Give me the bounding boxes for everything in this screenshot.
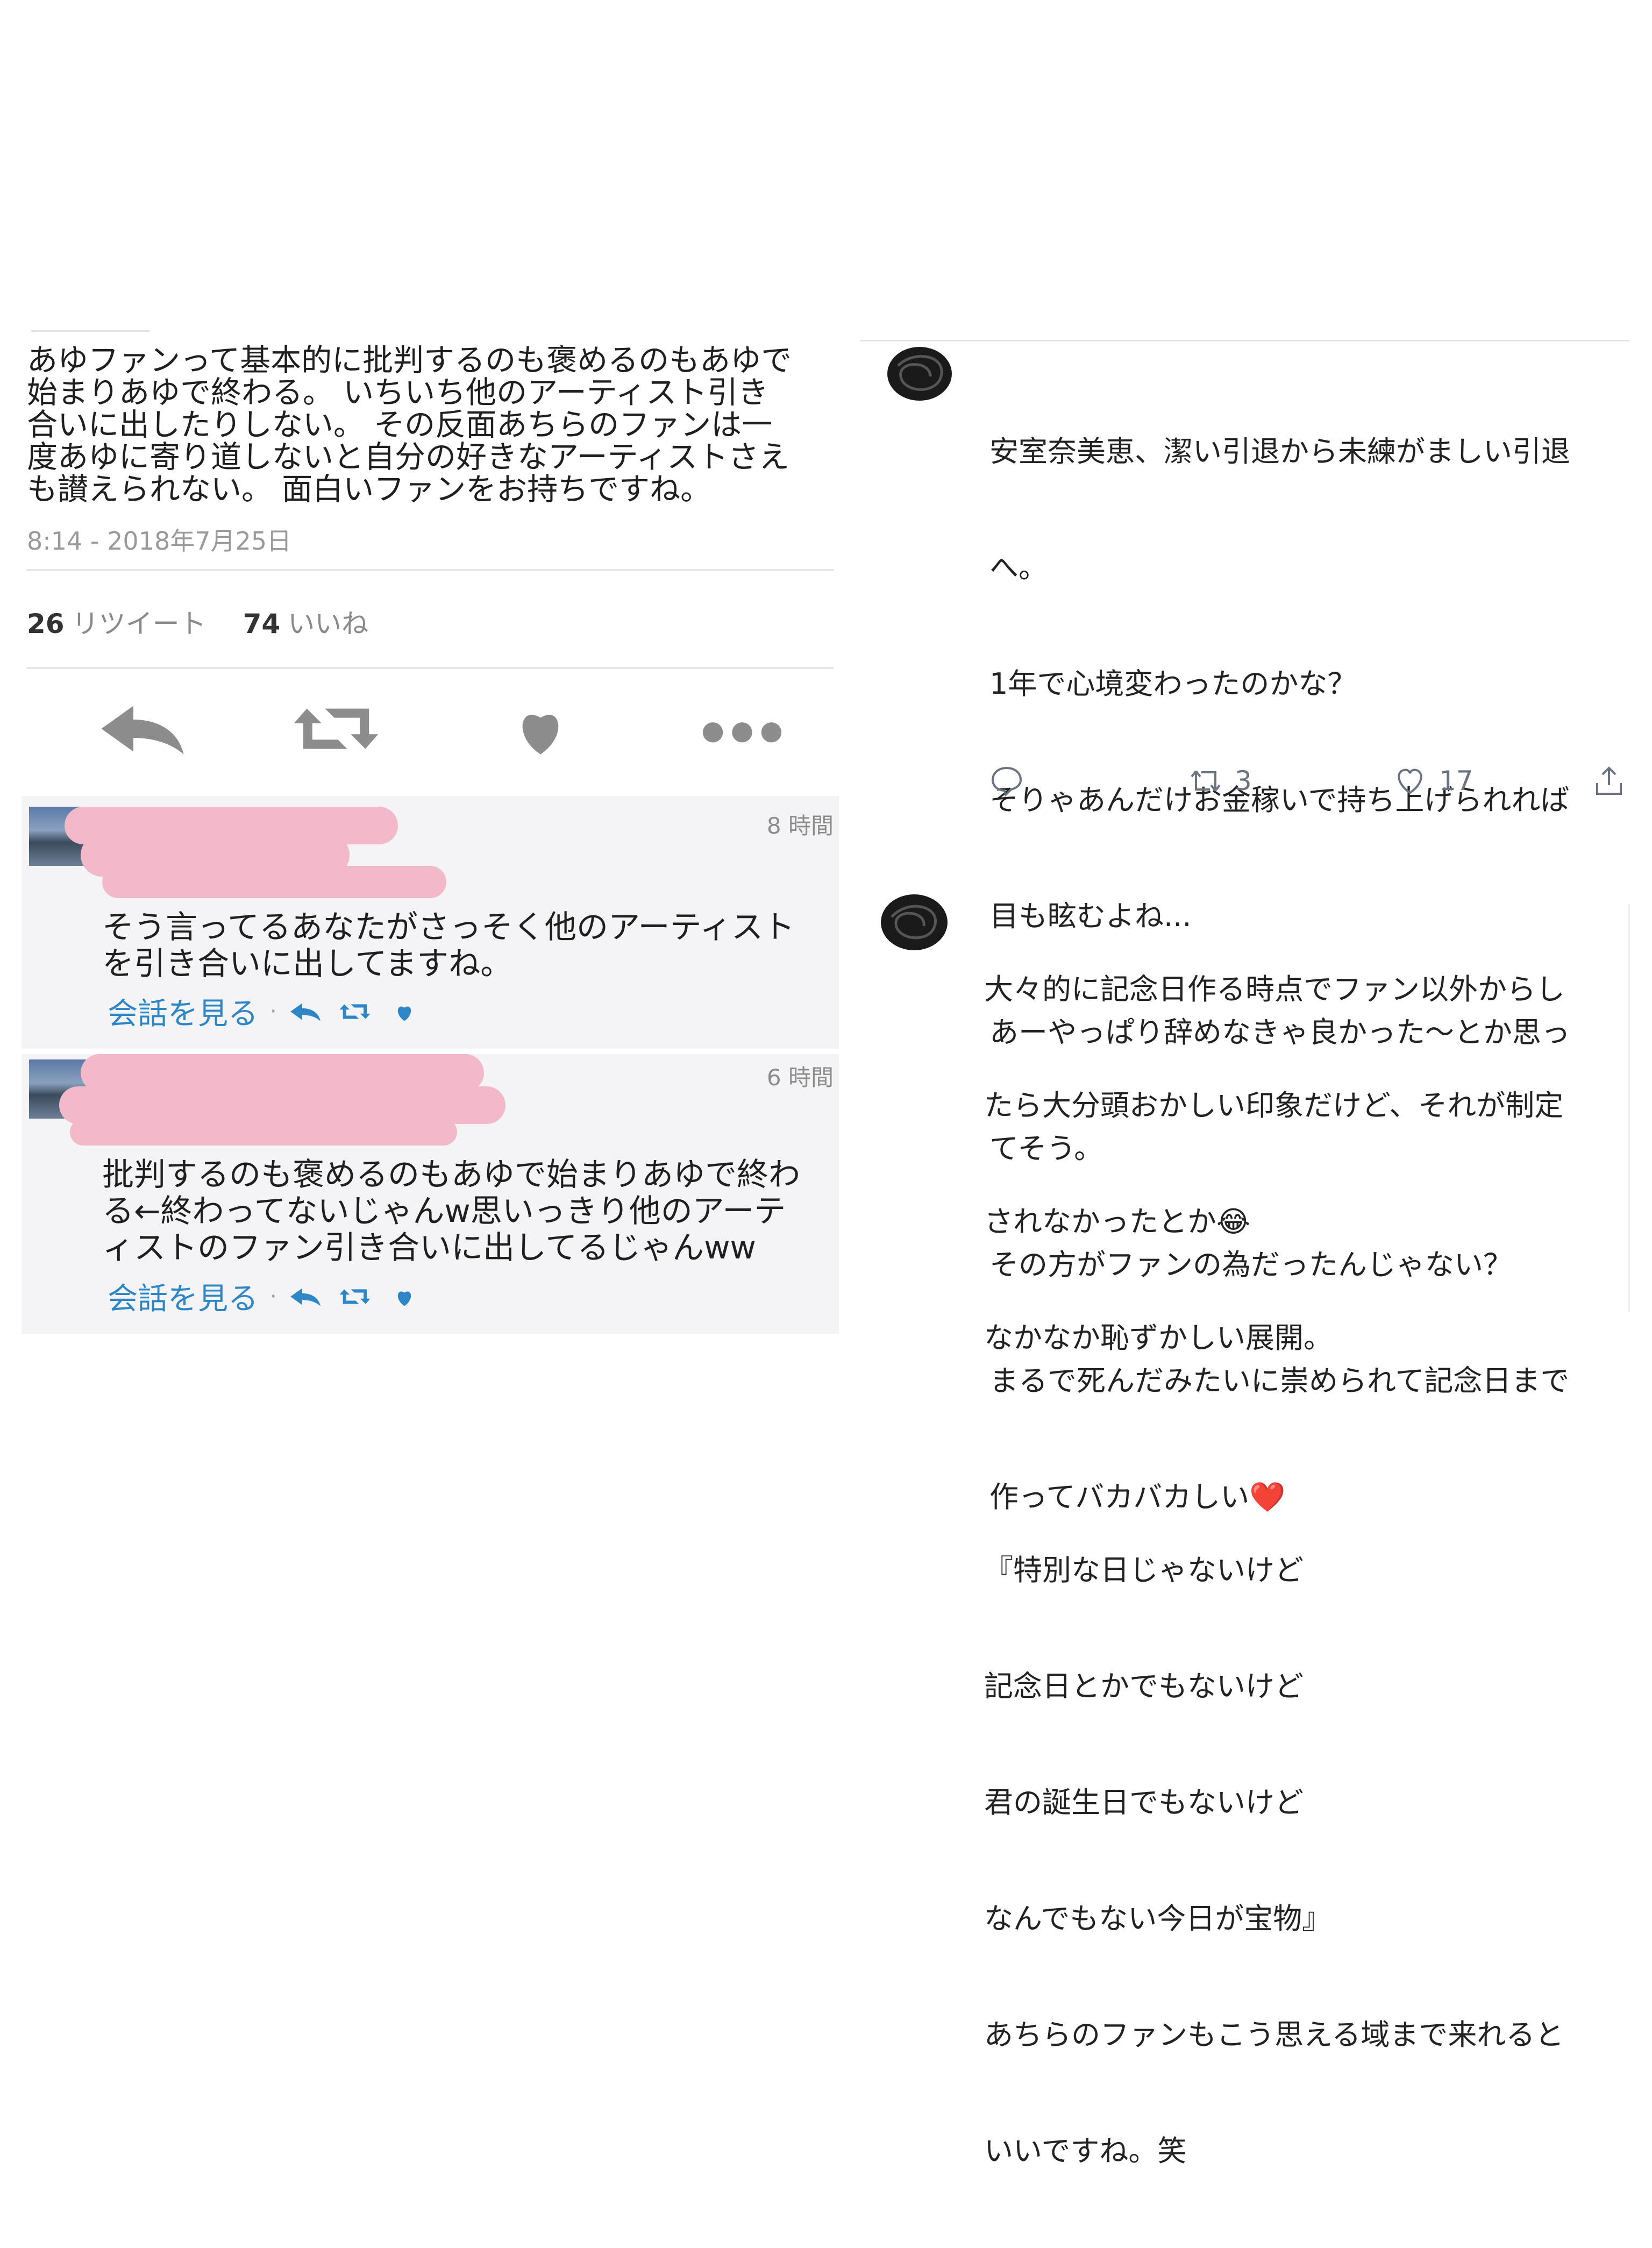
divider xyxy=(860,340,1629,342)
reply-line: そう言ってるあなたがさっそく他のアーティスト xyxy=(102,908,795,945)
avatar[interactable] xyxy=(877,344,968,409)
post-line-text: されなかったとか xyxy=(984,1205,1216,1239)
reply-item[interactable]: 8 時間 そう言ってるあなたがさっそく他のアーティスト を引き合いに出してますね… xyxy=(22,796,839,1049)
retweet-count: 3 xyxy=(1235,765,1252,796)
reply-actions: 会話を見る · xyxy=(108,1275,437,1318)
tweet-line: も讃えられない。 面白いファンをお持ちですね。 xyxy=(27,472,711,507)
tweet-line: 始まりあゆで終わる。 いちいち他のアーティスト引き xyxy=(27,375,769,410)
reply-line: を引き合いに出してますね。 xyxy=(102,945,512,982)
post-line: 1年で心境変わったのかな？ xyxy=(989,667,1357,701)
tweet-line: 合いに出したりしない。 その反面あちらのファンは一 xyxy=(27,407,773,443)
share-button[interactable] xyxy=(1592,764,1638,798)
reply-button[interactable] xyxy=(989,764,1036,798)
divider xyxy=(1628,904,1630,1312)
reply-time: 6 時間 xyxy=(766,1064,834,1091)
more-button[interactable] xyxy=(696,699,788,758)
retweet-icon xyxy=(294,708,379,749)
post-line xyxy=(984,1435,1619,1474)
like-label[interactable]: いいね xyxy=(288,608,368,639)
tweet-stats: 26 リツイート 74 いいね xyxy=(27,602,368,641)
reply-actions: 会話を見る · xyxy=(108,990,437,1033)
post-line: たら大分頭おかしい印象だけど、それが制定 xyxy=(984,1089,1564,1122)
divider xyxy=(27,569,834,571)
retweet-button[interactable]: 3 xyxy=(1188,764,1252,798)
post-line: 君の誕生日でもないけど xyxy=(984,1785,1304,1819)
retweet-icon[interactable] xyxy=(338,1284,372,1310)
redaction xyxy=(70,1119,457,1146)
reply-text: 批判するのも褒めるのもあゆで始まりあゆで終わ る←終わってないじゃんw思いっきり… xyxy=(102,1156,823,1266)
reply-icon[interactable] xyxy=(289,1284,322,1310)
post-line: 記念日とかでもないけど xyxy=(984,1669,1304,1703)
separator: · xyxy=(270,999,277,1024)
reply-item[interactable]: 6 時間 批判するのも褒めるのもあゆで始まりあゆで終わ る←終わってないじゃんw… xyxy=(22,1054,839,1334)
post-line: あちらのファンもこう思える域まで来れると xyxy=(984,2018,1564,2052)
like-button[interactable] xyxy=(495,699,586,758)
like-count: 17 xyxy=(1439,765,1473,796)
view-conversation-link[interactable]: 会話を見る xyxy=(108,990,258,1033)
retweet-button[interactable] xyxy=(290,699,382,758)
post-text: 大々的に記念日作る時点でファン以外からし たら大分頭おかしい印象だけど、それが制… xyxy=(984,893,1619,2248)
post-line: 安室奈美恵、潔い引退から未練がましい引退 xyxy=(989,435,1570,468)
more-icon xyxy=(702,722,782,743)
post-line: なかなか恥ずかしい展開。 xyxy=(984,1321,1333,1355)
share-icon xyxy=(1596,766,1622,795)
redaction xyxy=(102,866,446,898)
divider xyxy=(27,667,834,669)
retweet-label[interactable]: リツイート xyxy=(72,608,206,639)
right-screenshot: 安室奈美恵、潔い引退から未練がましい引退 へ。 1年で心境変わったのかな？ そり… xyxy=(860,333,1630,2168)
reply-icon[interactable] xyxy=(289,999,322,1025)
divider xyxy=(31,330,149,332)
tweet-line: 度あゆに寄り道しないと自分の好きなアーティストさえ xyxy=(27,439,790,475)
retweet-icon[interactable] xyxy=(338,999,372,1025)
heart-icon xyxy=(522,715,559,755)
reply-icon xyxy=(101,706,184,755)
post-line: なんでもない今日が宝物』 xyxy=(984,1902,1331,1936)
reply-line: 批判するのも褒めるのもあゆで始まりあゆで終わ xyxy=(102,1156,801,1193)
heart-icon[interactable] xyxy=(388,999,421,1025)
reply-line: る←終わってないじゃんw思いっきり他のアーテ xyxy=(102,1192,786,1229)
tweet-line: あゆファンって基本的に批判するのも褒めるのもあゆで xyxy=(27,343,792,378)
avatar[interactable] xyxy=(871,893,963,957)
left-screenshot: あゆファンって基本的に批判するのも褒めるのもあゆで 始まりあゆで終わる。 いちい… xyxy=(22,323,839,1334)
heart-icon[interactable] xyxy=(388,1284,421,1310)
reply-button[interactable] xyxy=(97,699,188,758)
post-line: 大々的に記念日作る時点でファン以外からし xyxy=(984,972,1565,1006)
reply-text: そう言ってるあなたがさっそく他のアーティスト を引き合いに出してますね。 xyxy=(102,909,823,982)
reply-time: 8 時間 xyxy=(766,813,834,839)
reply-line: ィストのファン引き合いに出してるじゃんww xyxy=(102,1229,756,1266)
separator: · xyxy=(270,1284,277,1309)
like-count[interactable]: 74 xyxy=(243,608,281,639)
post-line: へ。 xyxy=(989,551,1048,585)
post-line: いいですね。笑 xyxy=(984,2134,1187,2168)
post-line: されなかったとか😂 xyxy=(984,1203,1619,1241)
retweet-icon xyxy=(1191,770,1221,792)
laughing-emoji: 😂 xyxy=(1216,1205,1251,1239)
post-line: 『特別な日じゃないけど xyxy=(984,1553,1304,1587)
tweet-timestamp: 8:14 - 2018年7月25日 xyxy=(27,527,292,556)
heart-outline-icon xyxy=(1398,769,1422,794)
retweet-count[interactable]: 26 xyxy=(27,608,65,639)
tweet-text: あゆファンって基本的に批判するのも褒めるのもあゆで 始まりあゆで終わる。 いちい… xyxy=(27,344,834,506)
view-conversation-link[interactable]: 会話を見る xyxy=(108,1275,258,1318)
speech-bubble-icon xyxy=(991,766,1022,797)
post-actions: 3 17 xyxy=(989,764,1624,807)
like-button[interactable]: 17 xyxy=(1393,764,1473,798)
